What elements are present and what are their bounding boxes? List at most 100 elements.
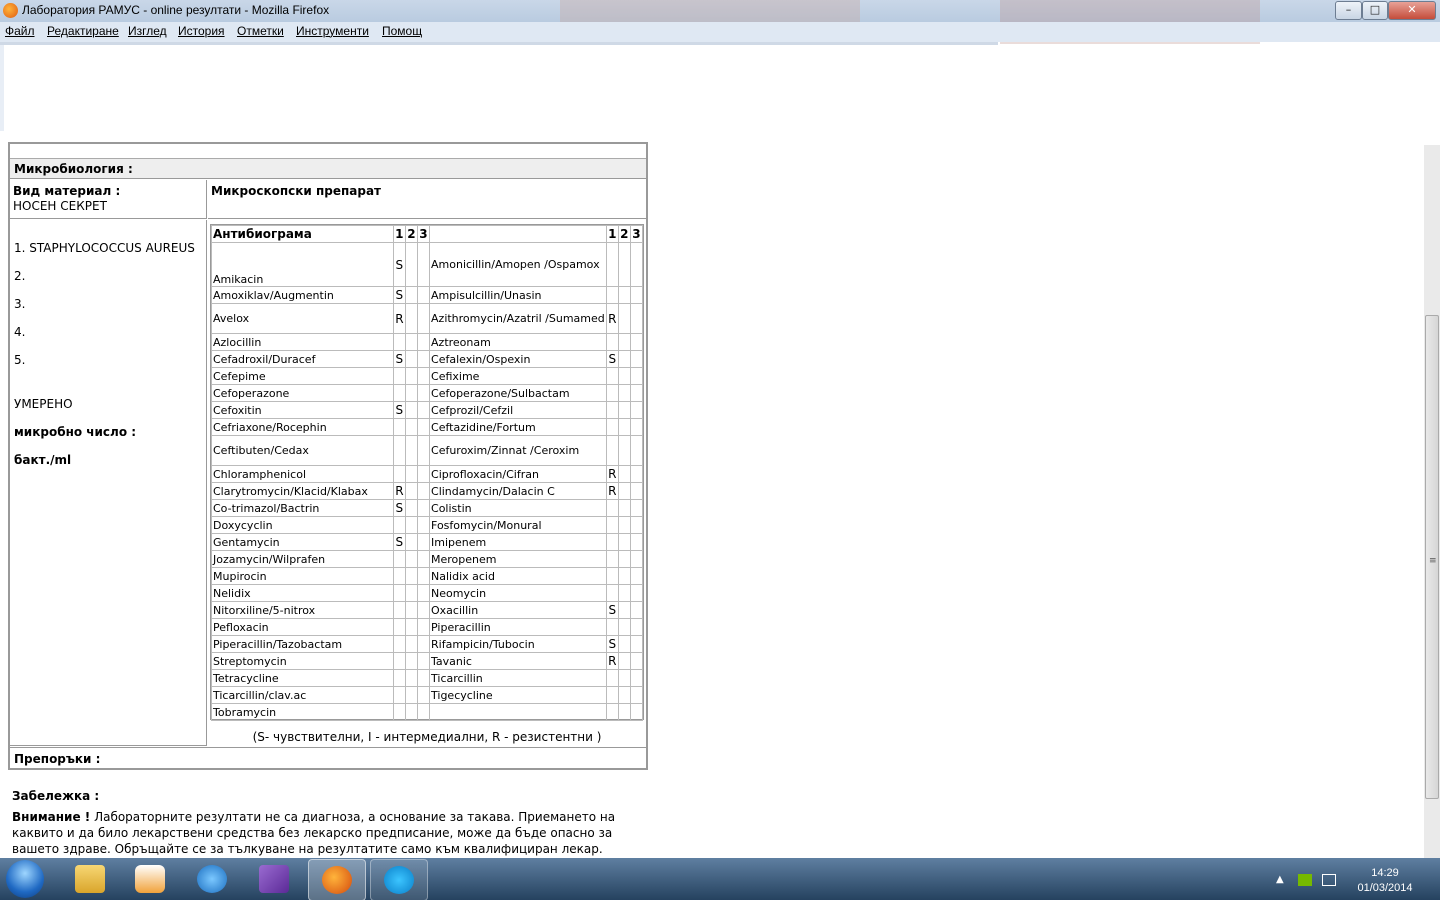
result-cell <box>617 367 631 385</box>
menu-tools[interactable]: Инструменти <box>296 24 369 38</box>
sidebar-edge <box>0 45 4 131</box>
result-cell <box>629 482 644 500</box>
antibiotic-name: Clarytromycin/Klacid/Klabax <box>211 482 394 500</box>
folder-icon <box>75 865 105 893</box>
result-cell <box>629 601 644 619</box>
skype-taskbar-button[interactable] <box>370 859 428 901</box>
result-cell: S <box>605 601 619 619</box>
antibiotic-name: Chloramphenicol <box>211 465 394 483</box>
minimize-button[interactable]: – <box>1335 1 1362 20</box>
menu-edit[interactable]: Редактиране <box>47 24 119 38</box>
result-cell <box>392 686 406 704</box>
result-cell <box>416 303 431 334</box>
result-cell <box>392 601 406 619</box>
result-cell <box>416 367 431 385</box>
result-cell <box>605 550 619 568</box>
result-cell <box>416 533 431 551</box>
antibiotic-name: Tobramycin <box>211 703 394 721</box>
ie-taskbar-button[interactable] <box>184 859 240 899</box>
result-cell <box>404 350 418 368</box>
antibiotic-name: Ciprofloxacin/Cifran <box>429 465 607 483</box>
menu-help[interactable]: Помощ <box>382 24 422 38</box>
antibiotic-name: Tavanic <box>429 652 607 670</box>
antibiotic-name: Cefprozil/Cefzil <box>429 401 607 419</box>
result-cell <box>605 384 619 402</box>
start-button[interactable] <box>6 860 44 898</box>
firefox-taskbar-button[interactable] <box>308 859 366 901</box>
note-label: Забележка : <box>12 789 100 803</box>
result-cell <box>629 367 644 385</box>
table-row: Cefriaxone/Rocephin Ceftazidine/Fortum <box>211 418 644 436</box>
close-button[interactable]: ✕ <box>1388 1 1436 20</box>
menu-file[interactable]: Файл <box>5 24 35 38</box>
antibiotic-name: Cefoperazone/Sulbactam <box>429 384 607 402</box>
media-player-taskbar-button[interactable] <box>122 859 178 899</box>
page-content: Микробиология : Вид материал : НОСЕН СЕК… <box>0 132 1424 858</box>
internet-explorer-icon <box>197 865 227 893</box>
result-cell <box>629 652 644 670</box>
result-cell <box>404 418 418 436</box>
window-title: Лаборатория РАМУС - online резултати - M… <box>22 3 330 17</box>
result-cell <box>605 533 619 551</box>
result-cell <box>404 303 418 334</box>
antibiotic-name: Amoxiklav/Augmentin <box>211 286 394 304</box>
result-cell <box>617 303 631 334</box>
antibiotic-name: Neomycin <box>429 584 607 602</box>
result-cell <box>416 686 431 704</box>
scrollbar-thumb[interactable]: ≡ <box>1425 315 1439 799</box>
result-cell <box>416 418 431 436</box>
result-cell <box>392 367 406 385</box>
tray-expand-icon[interactable]: ▲ <box>1276 874 1290 886</box>
result-cell <box>605 367 619 385</box>
result-cell <box>404 567 418 585</box>
result-cell <box>404 550 418 568</box>
result-cell <box>629 286 644 304</box>
antibiotic-name: Clindamycin/Dalacin C <box>429 482 607 500</box>
antibiotic-name: Amikacin <box>211 242 394 287</box>
recommendations-label: Препоръки : <box>10 747 646 768</box>
result-cell <box>617 652 631 670</box>
result-cell: S <box>392 350 406 368</box>
table-row: Streptomycin Tavanic R <box>211 652 644 670</box>
result-cell <box>404 242 418 287</box>
antibiotic-name <box>429 703 607 721</box>
antibiotic-name: Nitorxiline/5-nitrox <box>211 601 394 619</box>
result-cell <box>416 635 431 653</box>
visual-studio-taskbar-button[interactable] <box>246 859 302 899</box>
antibiogram-header: Антибиограма 1 2 3 1 2 3 <box>211 225 644 243</box>
result-cell <box>617 401 631 419</box>
table-row: Mupirocin Nalidix acid <box>211 567 644 585</box>
menu-history[interactable]: История <box>178 24 225 38</box>
result-cell: R <box>605 652 619 670</box>
result-cell <box>416 550 431 568</box>
result-cell <box>617 601 631 619</box>
result-cell <box>416 333 431 351</box>
result-cell: R <box>392 303 406 334</box>
result-cell <box>629 533 644 551</box>
antibiotic-name: Meropenem <box>429 550 607 568</box>
vertical-scrollbar[interactable]: ≡ <box>1424 145 1440 858</box>
antibiotic-name: Streptomycin <box>211 652 394 670</box>
antibiotic-name: Piperacillin/Tazobactam <box>211 635 394 653</box>
menu-view[interactable]: Изглед <box>128 24 167 38</box>
result-cell <box>605 686 619 704</box>
menu-bookmarks[interactable]: Отметки <box>237 24 284 38</box>
result-cell <box>617 516 631 534</box>
result-cell <box>404 401 418 419</box>
col-header-3-right: 3 <box>629 225 644 243</box>
explorer-taskbar-button[interactable] <box>62 859 118 899</box>
result-cell <box>392 635 406 653</box>
result-cell <box>629 499 644 517</box>
menu-bar: Файл Редактиране Изглед История Отметки … <box>0 22 1440 42</box>
antibiotic-name: Fosfomycin/Monural <box>429 516 607 534</box>
antibiotic-name: Avelox <box>211 303 394 334</box>
antibiotic-name: Pefloxacin <box>211 618 394 636</box>
nvidia-icon[interactable] <box>1298 874 1312 886</box>
clock[interactable]: 14:29 01/03/2014 <box>1350 866 1420 896</box>
result-cell <box>404 516 418 534</box>
network-icon[interactable] <box>1322 874 1336 886</box>
maximize-button[interactable]: □ <box>1362 1 1388 20</box>
result-cell: S <box>605 350 619 368</box>
result-cell <box>404 533 418 551</box>
table-row: Nitorxiline/5-nitrox Oxacillin S <box>211 601 644 619</box>
